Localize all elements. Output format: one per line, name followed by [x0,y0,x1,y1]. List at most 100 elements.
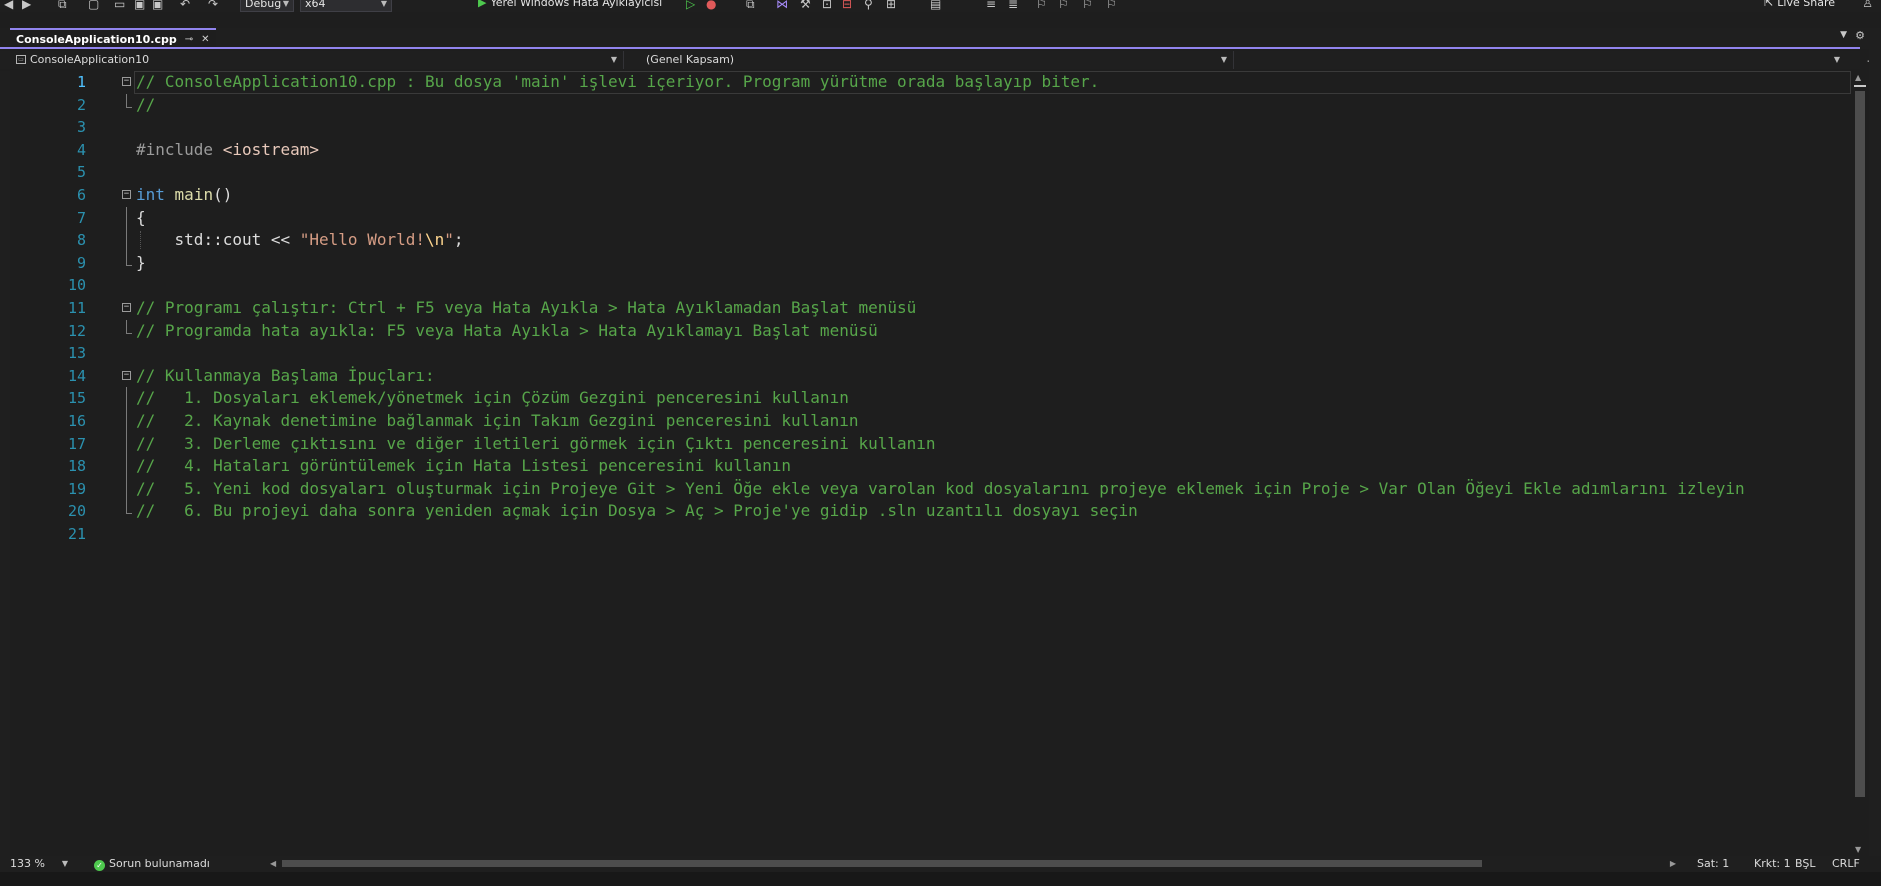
collapse-icon[interactable]: − [122,370,131,380]
open-folder-icon[interactable]: ▭ [114,0,125,11]
toolbar-icon[interactable]: ▤ [930,0,941,11]
solution-icon[interactable]: ⧉ [58,0,67,11]
vertical-scrollbar[interactable]: ▲ ▼ [1851,71,1869,856]
issues-indicator[interactable]: ✓ Sorun bulunamadı [94,856,210,872]
code-line[interactable]: 14 −// Kullanmaya Başlama İpuçları: [0,365,1851,388]
scroll-left-icon[interactable]: ◀ [270,856,276,872]
code-text: // Programı çalıştır: Ctrl + F5 veya Hat… [136,297,916,320]
code-line[interactable]: 16 // 2. Kaynak denetimine bağlanmak için… [0,409,1851,433]
comment-icon[interactable]: ≡ [986,0,996,11]
code-line[interactable]: 20 // 6. Bu projeyi daha sonra yeniden aç… [0,500,1851,523]
line-ending-indicator[interactable]: CRLF [1832,856,1860,872]
line-indicator[interactable]: Sat: 1 [1697,856,1729,872]
line-number: 4 [76,140,86,159]
save-all-icon[interactable]: ▣ [152,0,163,11]
bookmark-icon[interactable]: ⚐ [1036,0,1047,11]
code-token: // Programı çalıştır: Ctrl + F5 veya Hat… [136,297,917,317]
toolbar-icon[interactable]: ⚲ [864,0,873,11]
code-line[interactable]: 12 // Programda hata ayıkla: F5 veya Hata… [0,319,1851,343]
scroll-down-icon[interactable]: ▼ [1855,845,1861,854]
scroll-up-icon[interactable]: ▲ [1855,73,1861,82]
collapse-icon[interactable]: − [122,189,131,199]
scope-select[interactable]: (Genel Kapsam) ▼ [640,51,1234,69]
save-icon[interactable]: ▣ [134,0,145,11]
code-line[interactable]: 10 [0,274,1851,297]
issues-label: Sorun bulunamadı [109,857,210,870]
pin-icon[interactable]: ⊸ [185,34,193,45]
toolbar-icon[interactable]: ⧉ [746,0,755,11]
code-line[interactable]: 11 −// Programı çalıştır: Ctrl + F5 veya … [0,297,1851,320]
vertical-scroll-thumb[interactable] [1855,91,1865,797]
project-icon: ▭ [16,55,26,64]
code-line[interactable]: 19 // 5. Yeni kod dosyaları oluşturmak iç… [0,477,1851,501]
live-share-button[interactable]: ⇱ Live Share [1764,0,1835,10]
uncomment-icon[interactable]: ≣ [1008,0,1018,11]
code-token: <iostream> [222,139,320,159]
code-editor[interactable]: 1−// ConsoleApplication10.cpp : Bu dosya… [0,71,1851,856]
horizontal-scrollbar[interactable]: ◀ ▶ [270,859,1676,869]
start-debugging-button[interactable]: ▶ Yerel Windows Hata Ayıklayıcısı [478,0,662,10]
code-text: // ConsoleApplication10.cpp : Bu dosya '… [136,71,1099,94]
toolbar-icon[interactable]: ⊡ [822,0,832,11]
undo-icon[interactable]: ↶ [180,0,190,11]
code-line[interactable]: 7{ [0,206,1851,230]
forward-icon[interactable]: ▶ [22,0,31,11]
fold-end [126,319,132,334]
chevron-down-icon: ▼ [282,0,289,8]
code-line[interactable]: 21 [0,523,1851,546]
toolbar-icon[interactable]: ⊞ [886,0,896,11]
code-line[interactable]: 15 // 1. Dosyaları eklemek/yönetmek için … [0,387,1851,410]
horizontal-scroll-thumb[interactable] [282,860,1482,867]
code-line[interactable]: 5 [0,161,1851,184]
project-select[interactable]: ▭ ConsoleApplication10 ▼ [12,51,624,69]
indent-indicator[interactable]: BŞL [1795,856,1815,872]
tab-overflow-icon[interactable]: ▼ [1840,30,1847,40]
scroll-right-icon[interactable]: ▶ [1670,856,1676,872]
tab-accent-line [0,47,1860,49]
collapse-icon[interactable]: − [122,302,131,312]
redo-icon[interactable]: ↷ [208,0,218,11]
code-text: // [136,94,155,117]
side-tool-strip [1869,28,1881,856]
wrench-icon[interactable]: ⚒ [800,0,811,11]
new-file-icon[interactable]: ▢ [88,0,99,11]
code-line[interactable]: 17 // 3. Derleme çıktısını ve diğer ileti… [0,432,1851,456]
column-indicator[interactable]: Krkt: 1 [1754,856,1791,872]
code-token: \n [425,230,445,250]
code-line[interactable]: 8 std::cout << "Hello World!\n"; [0,229,1851,252]
code-line[interactable]: 18 // 4. Hataları görüntülemek için Hata … [0,455,1851,478]
code-line[interactable]: 13 [0,342,1851,365]
code-text: // Programda hata ayıkla: F5 veya Hata A… [136,320,878,343]
line-number: 18 [67,457,86,476]
bookmark-icon[interactable]: ⚐ [1082,0,1093,11]
code-line[interactable]: 1 −// ConsoleApplication10.cpp : Bu dosya… [77,71,1851,94]
profile-icon[interactable]: ♙ [1862,0,1873,10]
toolbar-icon[interactable]: ⊟ [842,0,852,11]
hot-reload-icon[interactable]: ● [706,0,716,11]
line-number: 10 [67,276,86,295]
start-without-debugging-icon[interactable]: ▷ [686,0,695,11]
gear-icon[interactable]: ⚙ [1855,29,1865,42]
platform-select[interactable]: x64 ▼ [300,0,392,12]
code-line[interactable]: 6 − int main() [0,184,1851,207]
back-icon[interactable]: ◀ [4,0,13,11]
toolbar-icon[interactable]: ⋈ [776,0,788,11]
close-icon[interactable]: ✕ [201,34,209,45]
code-line[interactable]: 9} [0,251,1851,275]
configuration-select[interactable]: Debug ▼ [240,0,294,12]
code-token: #include [136,139,223,159]
chevron-down-icon: ▼ [610,55,617,64]
collapse-icon[interactable]: − [122,77,131,86]
code-token: // 5. Yeni kod dosyaları oluşturmak için… [136,478,1745,498]
bookmark-icon[interactable]: ⚐ [1106,0,1117,11]
line-number: 2 [76,95,86,114]
code-text: int main() [136,184,232,207]
code-line[interactable]: 4 #include <iostream> [0,139,1851,162]
code-line[interactable]: 2 // [0,93,1851,117]
navigation-bar: ▭ ConsoleApplication10 ▼ (Genel Kapsam) … [0,51,1860,69]
bookmark-icon[interactable]: ⚐ [1058,0,1069,11]
tab-console-application[interactable]: ConsoleApplication10.cpp ⊸ ✕ [10,28,216,48]
member-select[interactable]: ▼ [1236,51,1846,69]
zoom-select[interactable]: 133 % ▼ [10,856,68,872]
code-line[interactable]: 3 [0,116,1851,139]
